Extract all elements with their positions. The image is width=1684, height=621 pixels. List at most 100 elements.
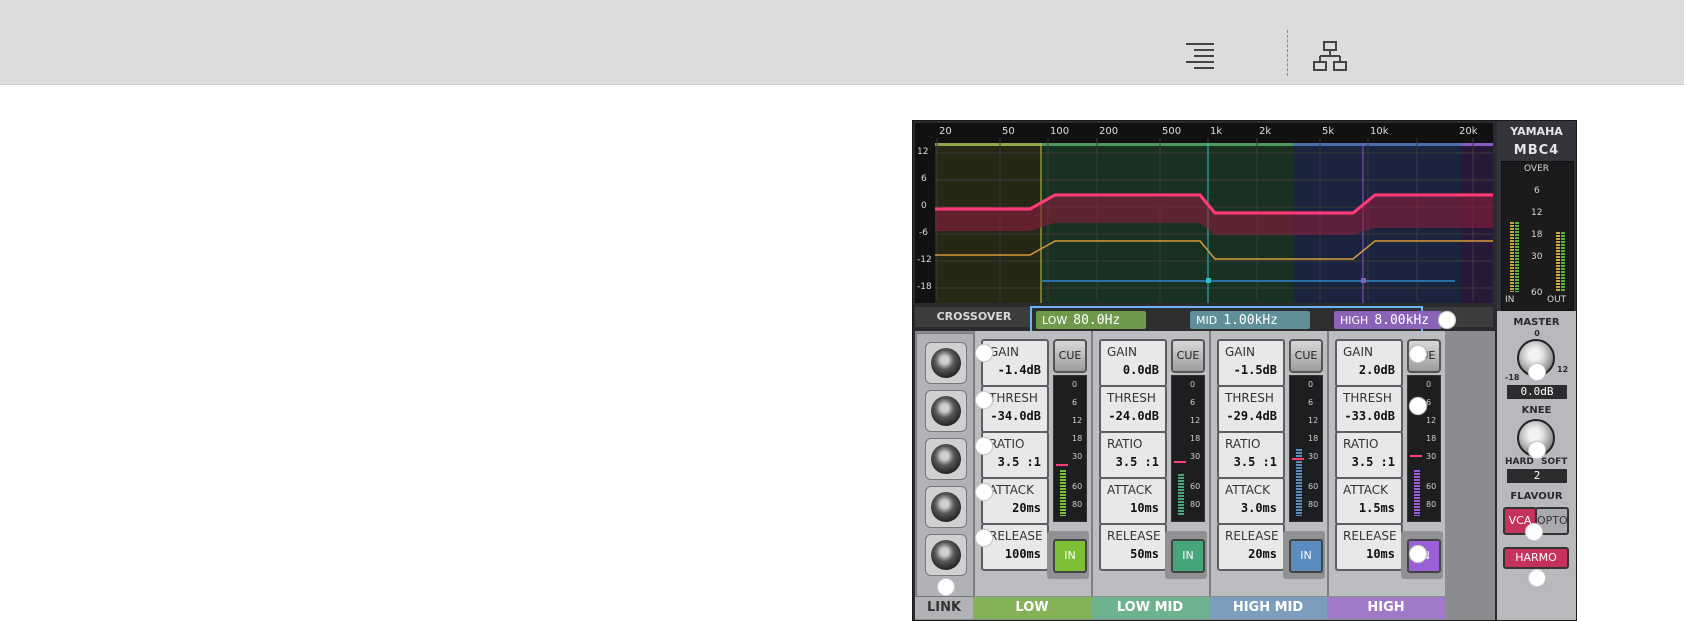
gain-marker[interactable] — [975, 344, 993, 362]
mbc4-plugin: 12 6 0 -6 -12 -18 20 50 100 200 500 1k 2… — [912, 120, 1577, 621]
gr-scale-tick: 6 — [1190, 398, 1196, 407]
cue-button[interactable]: CUE — [1289, 339, 1323, 373]
release-control[interactable]: RELEASE 20ms — [1217, 523, 1285, 571]
gr-scale-tick: 18 — [1426, 434, 1437, 443]
master-marker[interactable] — [1528, 363, 1546, 381]
gain-reduction-meter: 0 6 12 18 30 60 80 — [1407, 375, 1441, 522]
align-right-icon[interactable] — [1180, 36, 1220, 76]
attack-control[interactable]: ATTACK 20ms — [981, 477, 1049, 525]
band-tab: LOW — [973, 597, 1091, 619]
release-value: 50ms — [1130, 547, 1159, 561]
crossover-high[interactable]: HIGH 8.00kHz — [1334, 311, 1442, 329]
crossover-low[interactable]: LOW 80.0Hz — [1036, 311, 1146, 329]
y-tick: 12 — [917, 147, 929, 157]
gain-control[interactable]: GAIN 2.0dB — [1335, 339, 1403, 387]
crossover-panel: LOW 80.0Hz MID 1.00kHz HIGH 8.00kHz — [1030, 306, 1442, 334]
gr-meter-marker[interactable] — [1409, 397, 1427, 415]
in-button[interactable]: IN — [1171, 539, 1205, 573]
link-knob[interactable] — [925, 390, 967, 432]
link-marker[interactable] — [937, 578, 955, 596]
release-marker[interactable] — [975, 529, 993, 547]
thresh-control[interactable]: THRESH -34.0dB — [981, 385, 1049, 433]
gr-scale-tick: 6 — [1308, 398, 1314, 407]
ratio-control[interactable]: RATIO 3.5 :1 — [981, 431, 1049, 479]
thresh-control[interactable]: THRESH -29.4dB — [1217, 385, 1285, 433]
gain-control[interactable]: GAIN -1.5dB — [1217, 339, 1285, 387]
flavour-marker[interactable] — [1525, 523, 1543, 541]
thresh-marker[interactable] — [975, 391, 993, 409]
band-tab: LOW MID — [1091, 597, 1209, 619]
cue-button[interactable]: CUE — [1171, 339, 1205, 373]
band-tab: HIGH MID — [1209, 597, 1327, 619]
ratio-marker[interactable] — [975, 437, 993, 455]
release-label: RELEASE — [989, 529, 1043, 543]
gr-scale-tick: 18 — [1072, 434, 1083, 443]
x-tick: 500 — [1162, 126, 1182, 137]
harmo-button[interactable]: HARMO — [1503, 547, 1569, 569]
crossover-mid[interactable]: MID 1.00kHz — [1190, 311, 1310, 329]
link-knob[interactable] — [925, 438, 967, 480]
attack-marker[interactable] — [975, 483, 993, 501]
gr-level-bar — [1060, 470, 1066, 516]
link-knob[interactable] — [925, 342, 967, 384]
eq-graph[interactable]: 12 6 0 -6 -12 -18 20 50 100 200 500 1k 2… — [915, 123, 1493, 303]
thresh-control[interactable]: THRESH -33.0dB — [1335, 385, 1403, 433]
toolbar-separator — [1287, 30, 1288, 76]
ratio-value: 3.5 :1 — [1233, 455, 1277, 469]
gr-scale-tick: 80 — [1426, 500, 1437, 509]
gr-scale-tick: 30 — [1072, 452, 1083, 461]
x-tick: 20 — [939, 126, 952, 137]
gr-scale-tick: 0 — [1190, 380, 1196, 389]
attack-control[interactable]: ATTACK 10ms — [1099, 477, 1167, 525]
gr-scale-tick: 18 — [1308, 434, 1319, 443]
band-high-mid: GAIN -1.5dB THRESH -29.4dB RATIO 3.5 :1 ATTACK… — [1209, 331, 1327, 596]
attack-label: ATTACK — [989, 483, 1035, 497]
model-name: MBC4 — [1513, 143, 1560, 158]
release-control[interactable]: RELEASE 50ms — [1099, 523, 1167, 571]
thresh-value: -29.4dB — [1226, 409, 1277, 423]
attack-value: 10ms — [1130, 501, 1159, 515]
release-value: 10ms — [1366, 547, 1395, 561]
in-label: IN — [1505, 295, 1515, 305]
brand-logo: YAMAHA — [1510, 125, 1563, 138]
release-label: RELEASE — [1343, 529, 1397, 543]
master-value: 0.0dB — [1507, 385, 1567, 399]
ratio-label: RATIO — [1107, 437, 1143, 451]
link-knob[interactable] — [925, 534, 967, 576]
in-marker[interactable] — [1409, 545, 1427, 563]
ratio-control[interactable]: RATIO 3.5 :1 — [1217, 431, 1285, 479]
knee-marker[interactable] — [1528, 441, 1546, 459]
y-tick: 6 — [921, 174, 927, 184]
gr-threshold-marker — [1292, 458, 1304, 460]
attack-control[interactable]: ATTACK 3.0ms — [1217, 477, 1285, 525]
ratio-control[interactable]: RATIO 3.5 :1 — [1099, 431, 1167, 479]
attack-label: ATTACK — [1225, 483, 1271, 497]
gain-value: -1.5dB — [1233, 363, 1277, 377]
band-tab: HIGH — [1327, 597, 1445, 619]
gr-scale-tick: 30 — [1308, 452, 1319, 461]
x-tick: 50 — [1002, 126, 1015, 137]
attack-value: 1.5ms — [1358, 501, 1395, 515]
crossover-marker[interactable] — [1438, 311, 1456, 329]
in-button[interactable]: IN — [1053, 539, 1087, 573]
ratio-label: RATIO — [989, 437, 1025, 451]
y-tick: -12 — [917, 255, 932, 265]
attack-control[interactable]: ATTACK 1.5ms — [1335, 477, 1403, 525]
gain-value: 2.0dB — [1358, 363, 1395, 377]
gr-scale-tick: 60 — [1426, 482, 1437, 491]
link-knob[interactable] — [925, 486, 967, 528]
cue-marker[interactable] — [1409, 345, 1427, 363]
cue-button[interactable]: CUE — [1053, 339, 1087, 373]
release-control[interactable]: RELEASE 10ms — [1335, 523, 1403, 571]
ratio-control[interactable]: RATIO 3.5 :1 — [1335, 431, 1403, 479]
harmo-marker[interactable] — [1528, 569, 1546, 587]
gr-scale-tick: 80 — [1190, 500, 1201, 509]
gain-control[interactable]: GAIN 0.0dB — [1099, 339, 1167, 387]
release-control[interactable]: RELEASE 100ms — [981, 523, 1049, 571]
x-tick: 2k — [1259, 126, 1272, 137]
thresh-control[interactable]: THRESH -24.0dB — [1099, 385, 1167, 433]
io-meter: OVER 6 12 18 30 60 — [1501, 161, 1574, 311]
in-button[interactable]: IN — [1289, 539, 1323, 573]
hierarchy-icon[interactable] — [1310, 36, 1350, 76]
gain-control[interactable]: GAIN -1.4dB — [981, 339, 1049, 387]
